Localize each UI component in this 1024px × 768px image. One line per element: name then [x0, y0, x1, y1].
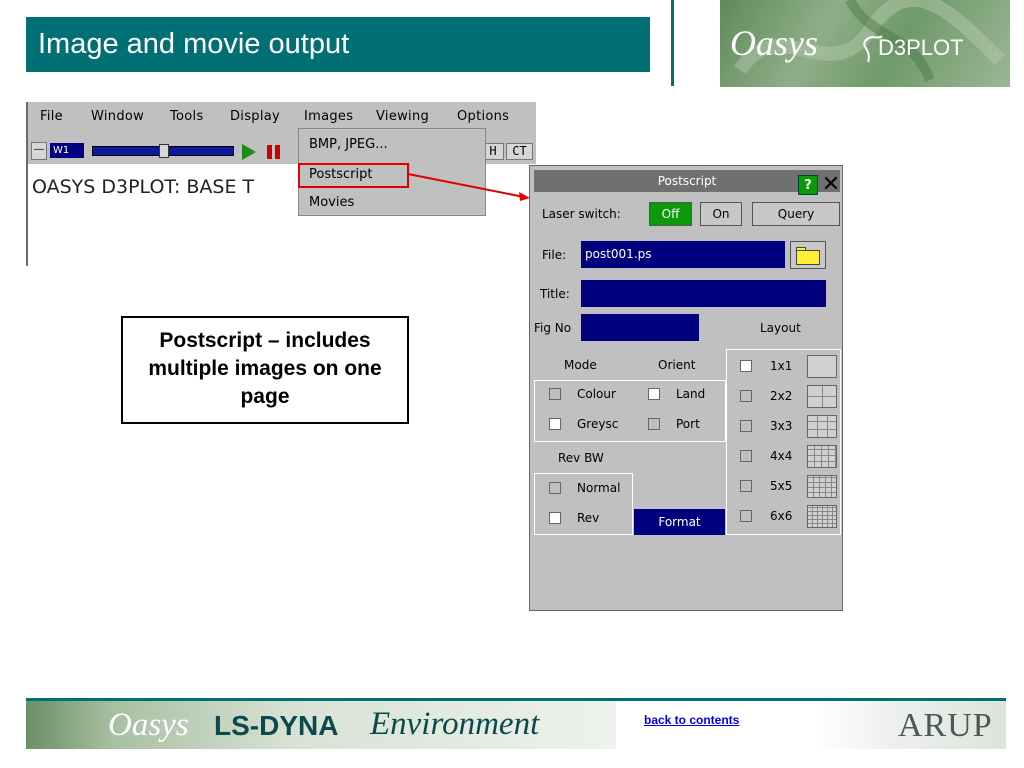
header-divider [671, 0, 674, 86]
layout-2x2-icon[interactable] [807, 385, 837, 408]
layout-5x5-checkbox[interactable] [740, 480, 752, 492]
laser-on-button[interactable]: On [700, 202, 742, 226]
portrait-label: Port [676, 417, 700, 431]
footer-brand-banner: Oasys LS-DYNA Environment [26, 701, 616, 749]
menu-tools[interactable]: Tools [170, 109, 204, 124]
orient-heading: Orient [658, 358, 696, 372]
file-label: File: [542, 248, 567, 262]
layout-3x3-label: 3x3 [770, 419, 793, 433]
title-label: Title: [540, 287, 570, 301]
layout-1x1-label: 1x1 [770, 359, 793, 373]
colour-checkbox[interactable] [549, 388, 561, 400]
layout-4x4-label: 4x4 [770, 449, 793, 463]
colour-label: Colour [577, 387, 616, 401]
back-to-contents-link[interactable]: back to contents [644, 713, 739, 727]
menu-item-bmp-jpeg[interactable]: BMP, JPEG... [309, 137, 388, 152]
menu-images[interactable]: Images [304, 109, 353, 124]
layout-3x3-checkbox[interactable] [740, 420, 752, 432]
layout-6x6-icon[interactable] [807, 505, 837, 528]
logo-product: D3PLOT [878, 35, 964, 60]
pause-icon[interactable] [267, 145, 281, 159]
slide-title: Image and movie output [26, 17, 650, 72]
d3plot-app-window: File Window Tools Display Images Viewing… [26, 102, 536, 266]
file-input[interactable]: post001.ps [581, 241, 785, 268]
greyscale-label: Greysc [577, 417, 619, 431]
layout-1x1-checkbox[interactable] [740, 360, 752, 372]
menu-window[interactable]: Window [91, 109, 144, 124]
layout-1x1-icon[interactable] [807, 355, 837, 378]
layout-4x4-checkbox[interactable] [740, 450, 752, 462]
normal-label: Normal [577, 481, 621, 495]
browse-folder-button[interactable] [790, 241, 826, 269]
footer-lsdyna: LS-DYNA [214, 710, 339, 741]
layout-2x2-label: 2x2 [770, 389, 793, 403]
minimize-button[interactable]: — [31, 142, 47, 160]
postscript-callout: Postscript – includes multiple images on… [121, 316, 409, 424]
postscript-highlight-box [298, 163, 409, 188]
menu-file[interactable]: File [40, 109, 63, 124]
layout-6x6-label: 6x6 [770, 509, 793, 523]
logo-brand: Oasys [730, 23, 818, 63]
footer-oasys: Oasys [108, 707, 189, 743]
laser-off-button[interactable]: Off [649, 202, 692, 226]
frame-slider[interactable] [92, 144, 234, 158]
rev-label: Rev [577, 511, 600, 525]
normal-checkbox[interactable] [549, 482, 561, 494]
menu-item-movies[interactable]: Movies [309, 195, 354, 210]
layout-heading: Layout [760, 321, 801, 335]
laser-query-button[interactable]: Query [752, 202, 840, 226]
slider-thumb[interactable] [159, 144, 169, 158]
panel-title: Postscript [534, 170, 840, 192]
layout-5x5-icon[interactable] [807, 475, 837, 498]
figno-label: Fig No [534, 321, 572, 335]
arup-text: ARUP [898, 707, 993, 744]
portrait-checkbox[interactable] [648, 418, 660, 430]
landscape-label: Land [676, 387, 706, 401]
rev-checkbox[interactable] [549, 512, 561, 524]
menu-viewing[interactable]: Viewing [376, 109, 429, 124]
layout-4x4-icon[interactable] [807, 445, 837, 468]
window-title-text: OASYS D3PLOT: BASE T [32, 176, 255, 198]
postscript-panel: Postscript ? ✕ Laser switch: Off On Quer… [529, 165, 843, 611]
help-button[interactable]: ? [798, 175, 818, 195]
landscape-checkbox[interactable] [648, 388, 660, 400]
layout-6x6-checkbox[interactable] [740, 510, 752, 522]
laser-switch-label: Laser switch: [542, 207, 621, 221]
figno-input[interactable] [581, 314, 699, 341]
mode-heading: Mode [564, 358, 597, 372]
menu-display[interactable]: Display [230, 109, 280, 124]
menu-options[interactable]: Options [457, 109, 509, 124]
format-button[interactable]: Format [634, 509, 725, 535]
layout-3x3-icon[interactable] [807, 415, 837, 438]
title-input[interactable] [581, 280, 826, 307]
layout-5x5-label: 5x5 [770, 479, 793, 493]
close-icon[interactable]: ✕ [820, 174, 842, 196]
footer-environment: Environment [370, 706, 540, 742]
play-icon[interactable] [242, 144, 256, 160]
revbw-heading: Rev BW [558, 451, 604, 465]
ct-button[interactable]: CT [506, 143, 533, 160]
window-selector[interactable]: W1 [50, 143, 84, 158]
oasys-d3plot-logo: Oasys D3PLOT [720, 0, 1010, 87]
greyscale-checkbox[interactable] [549, 418, 561, 430]
layout-2x2-checkbox[interactable] [740, 390, 752, 402]
arup-logo: ARUP [814, 701, 1006, 749]
